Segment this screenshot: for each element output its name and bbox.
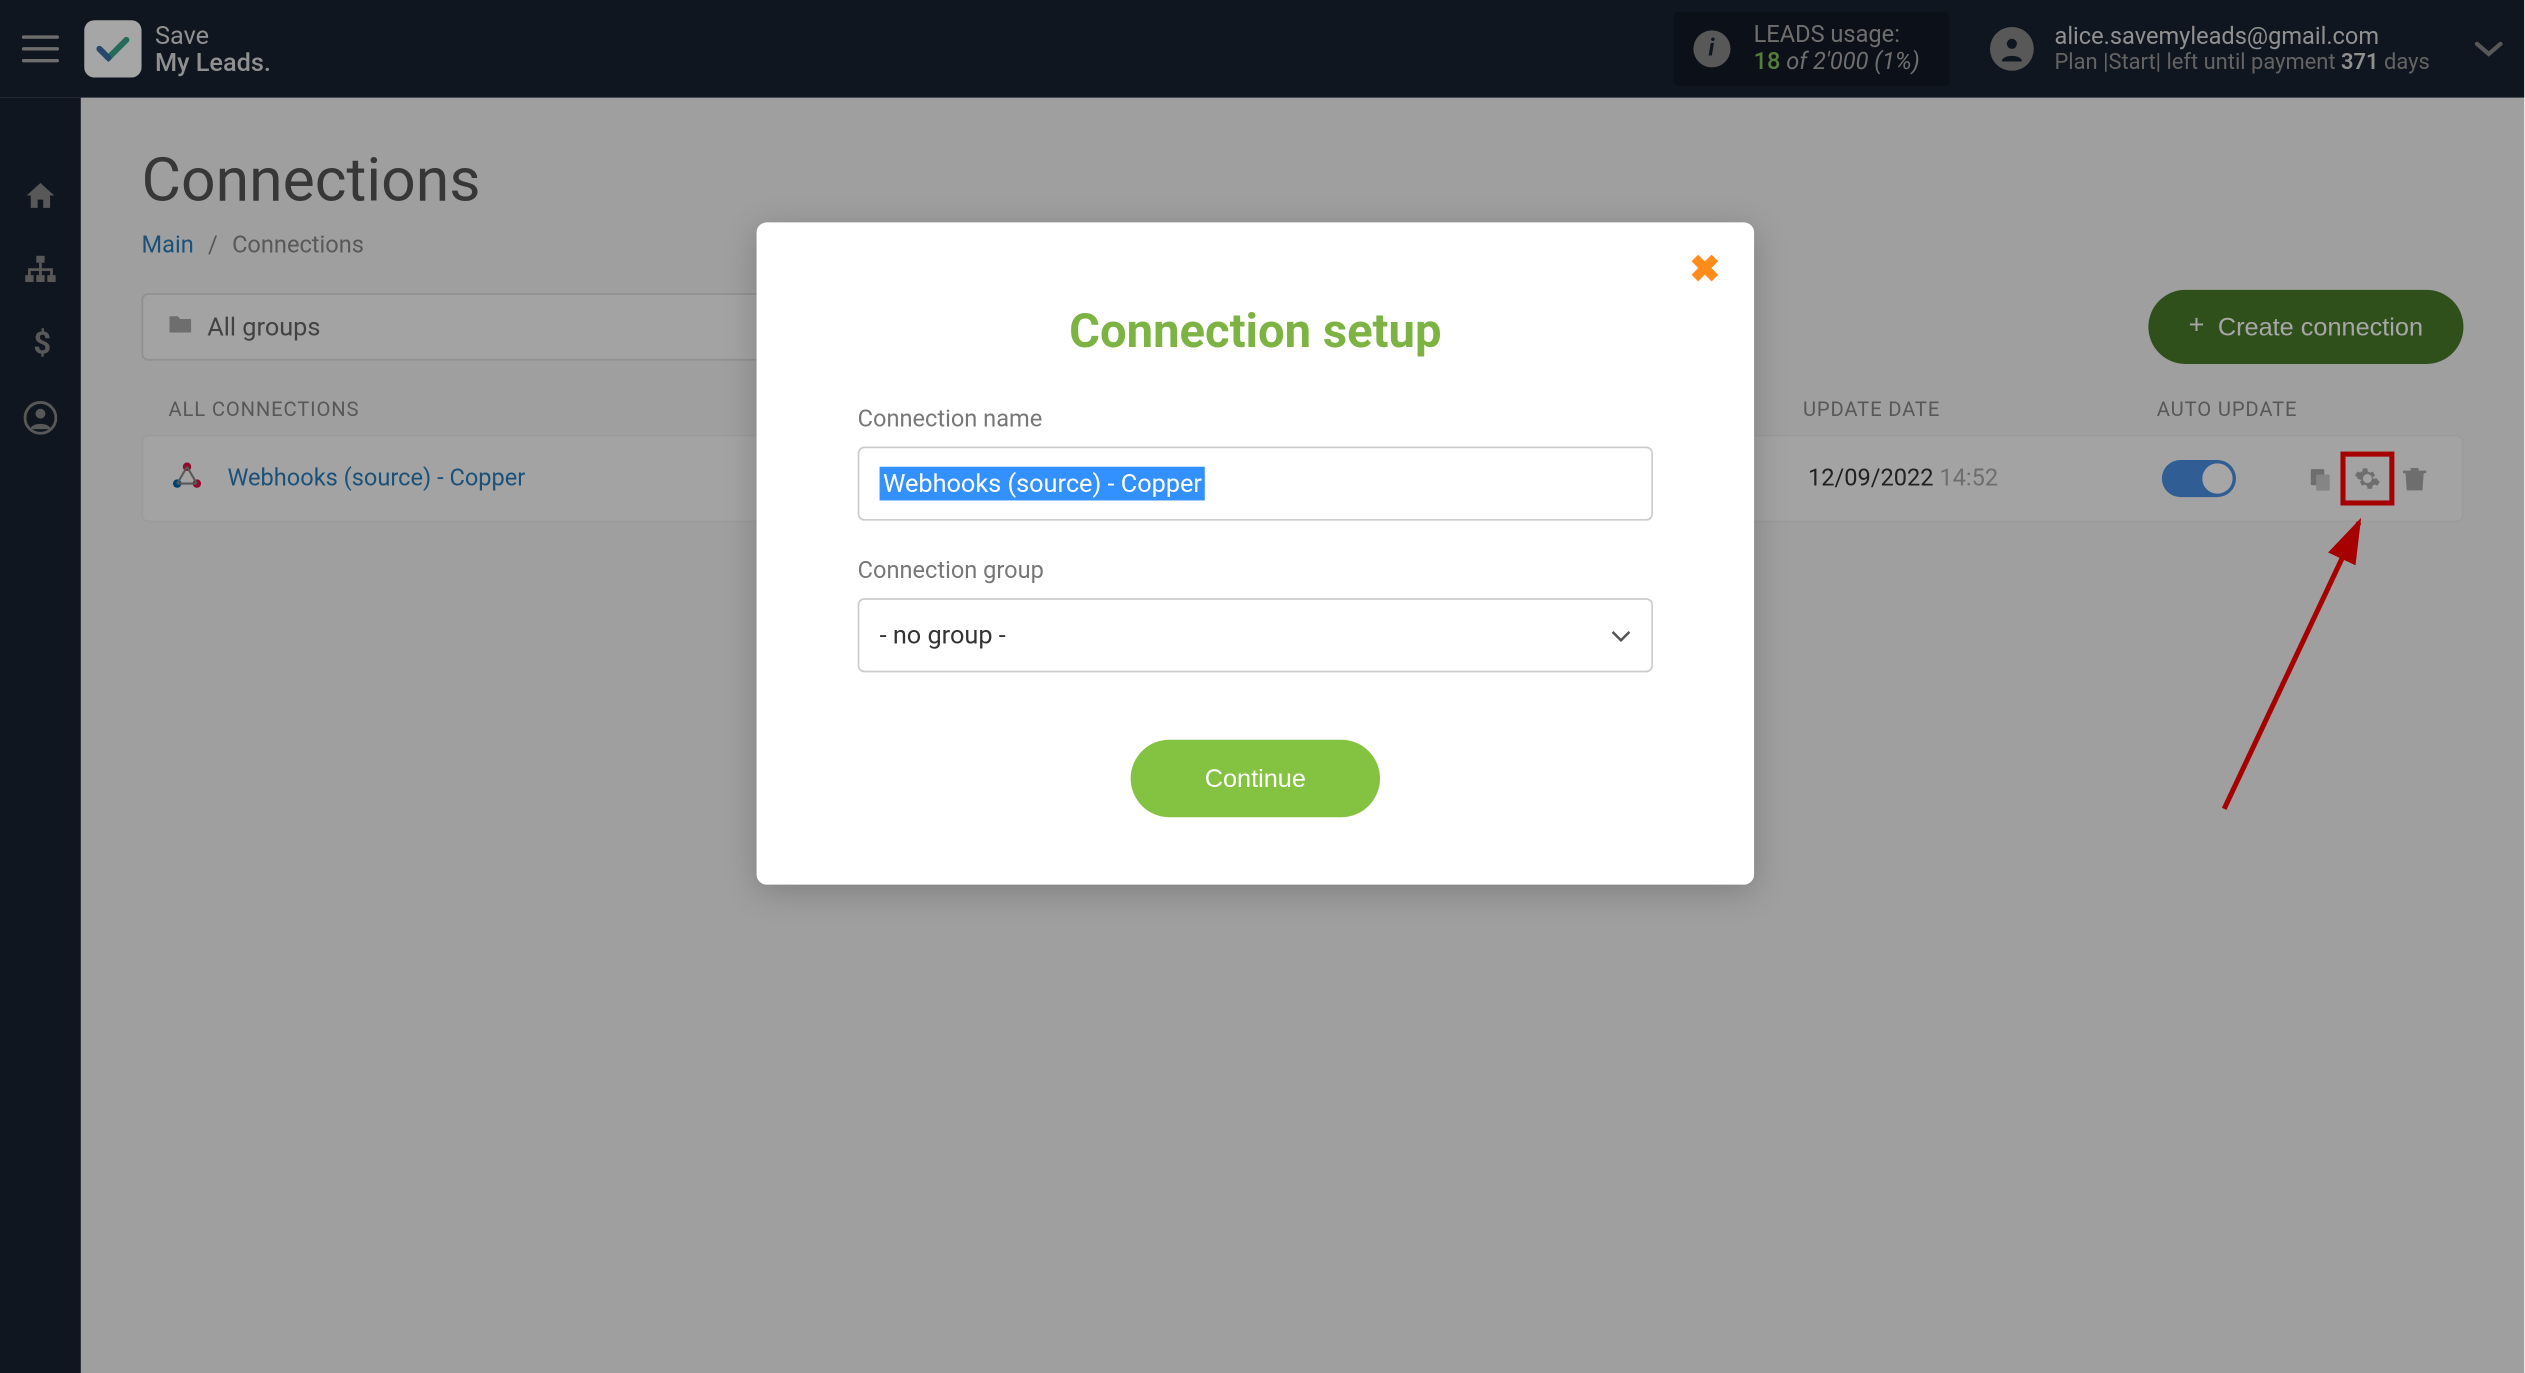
continue-button[interactable]: Continue bbox=[1131, 740, 1380, 818]
connection-setup-modal: ✖ Connection setup Connection name Webho… bbox=[757, 222, 1755, 884]
connection-name-label: Connection name bbox=[858, 406, 1653, 433]
modal-title: Connection setup bbox=[858, 303, 1653, 359]
connection-group-select[interactable]: - no group - bbox=[858, 598, 1653, 672]
close-icon[interactable]: ✖ bbox=[1689, 253, 1720, 290]
chevron-down-icon bbox=[1611, 620, 1631, 650]
connection-name-input[interactable]: Webhooks (source) - Copper bbox=[858, 447, 1653, 521]
connection-group-label: Connection group bbox=[858, 558, 1653, 585]
